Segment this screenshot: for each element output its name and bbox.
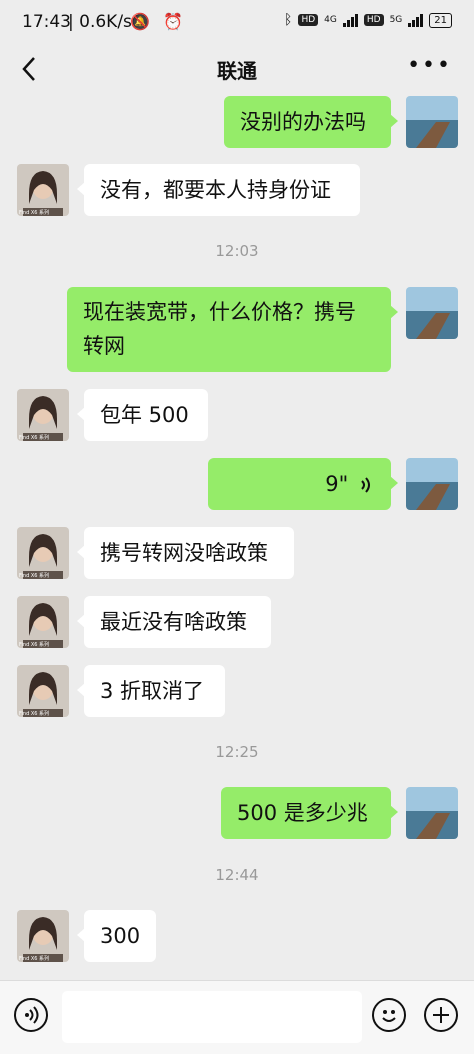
avatar-self[interactable] [406,287,458,339]
input-bar [0,980,474,1054]
avatar-caption: Find X6 系列 [19,955,49,962]
avatar-other[interactable]: Find X6 系列 [17,665,69,717]
avatar-self[interactable] [406,458,458,510]
message-bubble-incoming[interactable]: 包年 500 [77,389,208,441]
avatar-other[interactable]: Find X6 系列 [17,389,69,441]
message-input[interactable] [62,991,362,1043]
message-text: 没有，都要本人持身份证 [100,178,331,202]
emoji-button[interactable] [372,998,406,1032]
message-text: 3 折取消了 [100,679,205,703]
network-speed: | 0.6K/s [68,12,132,32]
voice-icon [25,1006,39,1024]
message-bubble-incoming[interactable]: 没有，都要本人持身份证 [77,164,360,216]
message-text: 最近没有啥政策 [100,610,247,634]
message-text: 300 [100,924,141,948]
chat-title: 联通 [217,59,257,83]
avatar-other[interactable]: Find X6 系列 [17,527,69,579]
timestamp: 12:44 [215,866,259,884]
signal-icon-sim1 [342,13,358,27]
voice-message-bubble[interactable]: 9" [208,458,398,510]
avatar-self[interactable] [406,787,458,839]
voice-button[interactable] [14,998,48,1032]
avatar-other[interactable]: Find X6 系列 [17,596,69,648]
message-text: 包年 500 [100,403,189,427]
hd-badge-sim2: HD [363,14,384,26]
chat-area[interactable]: 没别的办法吗 Find X6 系列 没有，都要本人持身份证 12:03 现在装宽… [0,94,474,980]
voice-duration: 9" [325,472,349,496]
message-bubble-outgoing[interactable]: 现在装宽带，什么价格？携号转网 [67,287,398,372]
message-text: 没别的办法吗 [240,110,366,134]
avatar-caption: Find X6 系列 [19,434,49,441]
timestamp: 12:03 [215,242,259,260]
avatar-self[interactable] [406,96,458,148]
message-bubble-incoming[interactable]: 3 折取消了 [77,665,225,717]
nav-bar: 联通 ••• [0,44,474,94]
avatar-caption: Find X6 系列 [19,572,49,579]
status-icons: 🔕 ⏰ [130,12,187,31]
message-text: 现在装宽带，什么价格？携号转网 [83,300,356,358]
avatar-caption: Find X6 系列 [19,209,49,216]
add-button[interactable] [424,998,458,1032]
message-text: 携号转网没啥政策 [100,541,268,565]
system-tray: ᛒ HD 4G HD 5G 21 [284,12,452,28]
clock: 17:43 [22,12,71,32]
hd-badge-sim1: HD [298,14,319,26]
message-bubble-incoming[interactable]: 最近没有啥政策 [77,596,271,648]
status-bar: 17:43 | 0.6K/s 🔕 ⏰ ᛒ HD 4G HD 5G 21 [0,0,474,44]
voice-wave-icon [361,477,370,493]
avatar-caption: Find X6 系列 [19,641,49,648]
avatar-other[interactable]: Find X6 系列 [17,910,69,962]
more-icon[interactable]: ••• [407,55,452,77]
avatar-caption: Find X6 系列 [19,710,49,717]
battery-icon: 21 [429,12,452,28]
message-bubble-outgoing[interactable]: 没别的办法吗 [224,96,398,148]
message-text: 500 是多少兆 [237,801,368,825]
signal-icon-sim2 [408,13,424,27]
plus-icon [433,1007,449,1023]
timestamp: 12:25 [215,743,259,761]
message-bubble-outgoing[interactable]: 500 是多少兆 [221,787,398,839]
emoji-icon [382,1010,396,1022]
avatar-other[interactable]: Find X6 系列 [17,164,69,216]
bluetooth-icon: ᛒ [284,12,293,28]
network-type-sim2: 5G [389,15,403,25]
message-bubble-incoming[interactable]: 300 [77,910,156,962]
network-type-sim1: 4G [324,15,337,25]
message-bubble-incoming[interactable]: 携号转网没啥政策 [77,527,294,579]
